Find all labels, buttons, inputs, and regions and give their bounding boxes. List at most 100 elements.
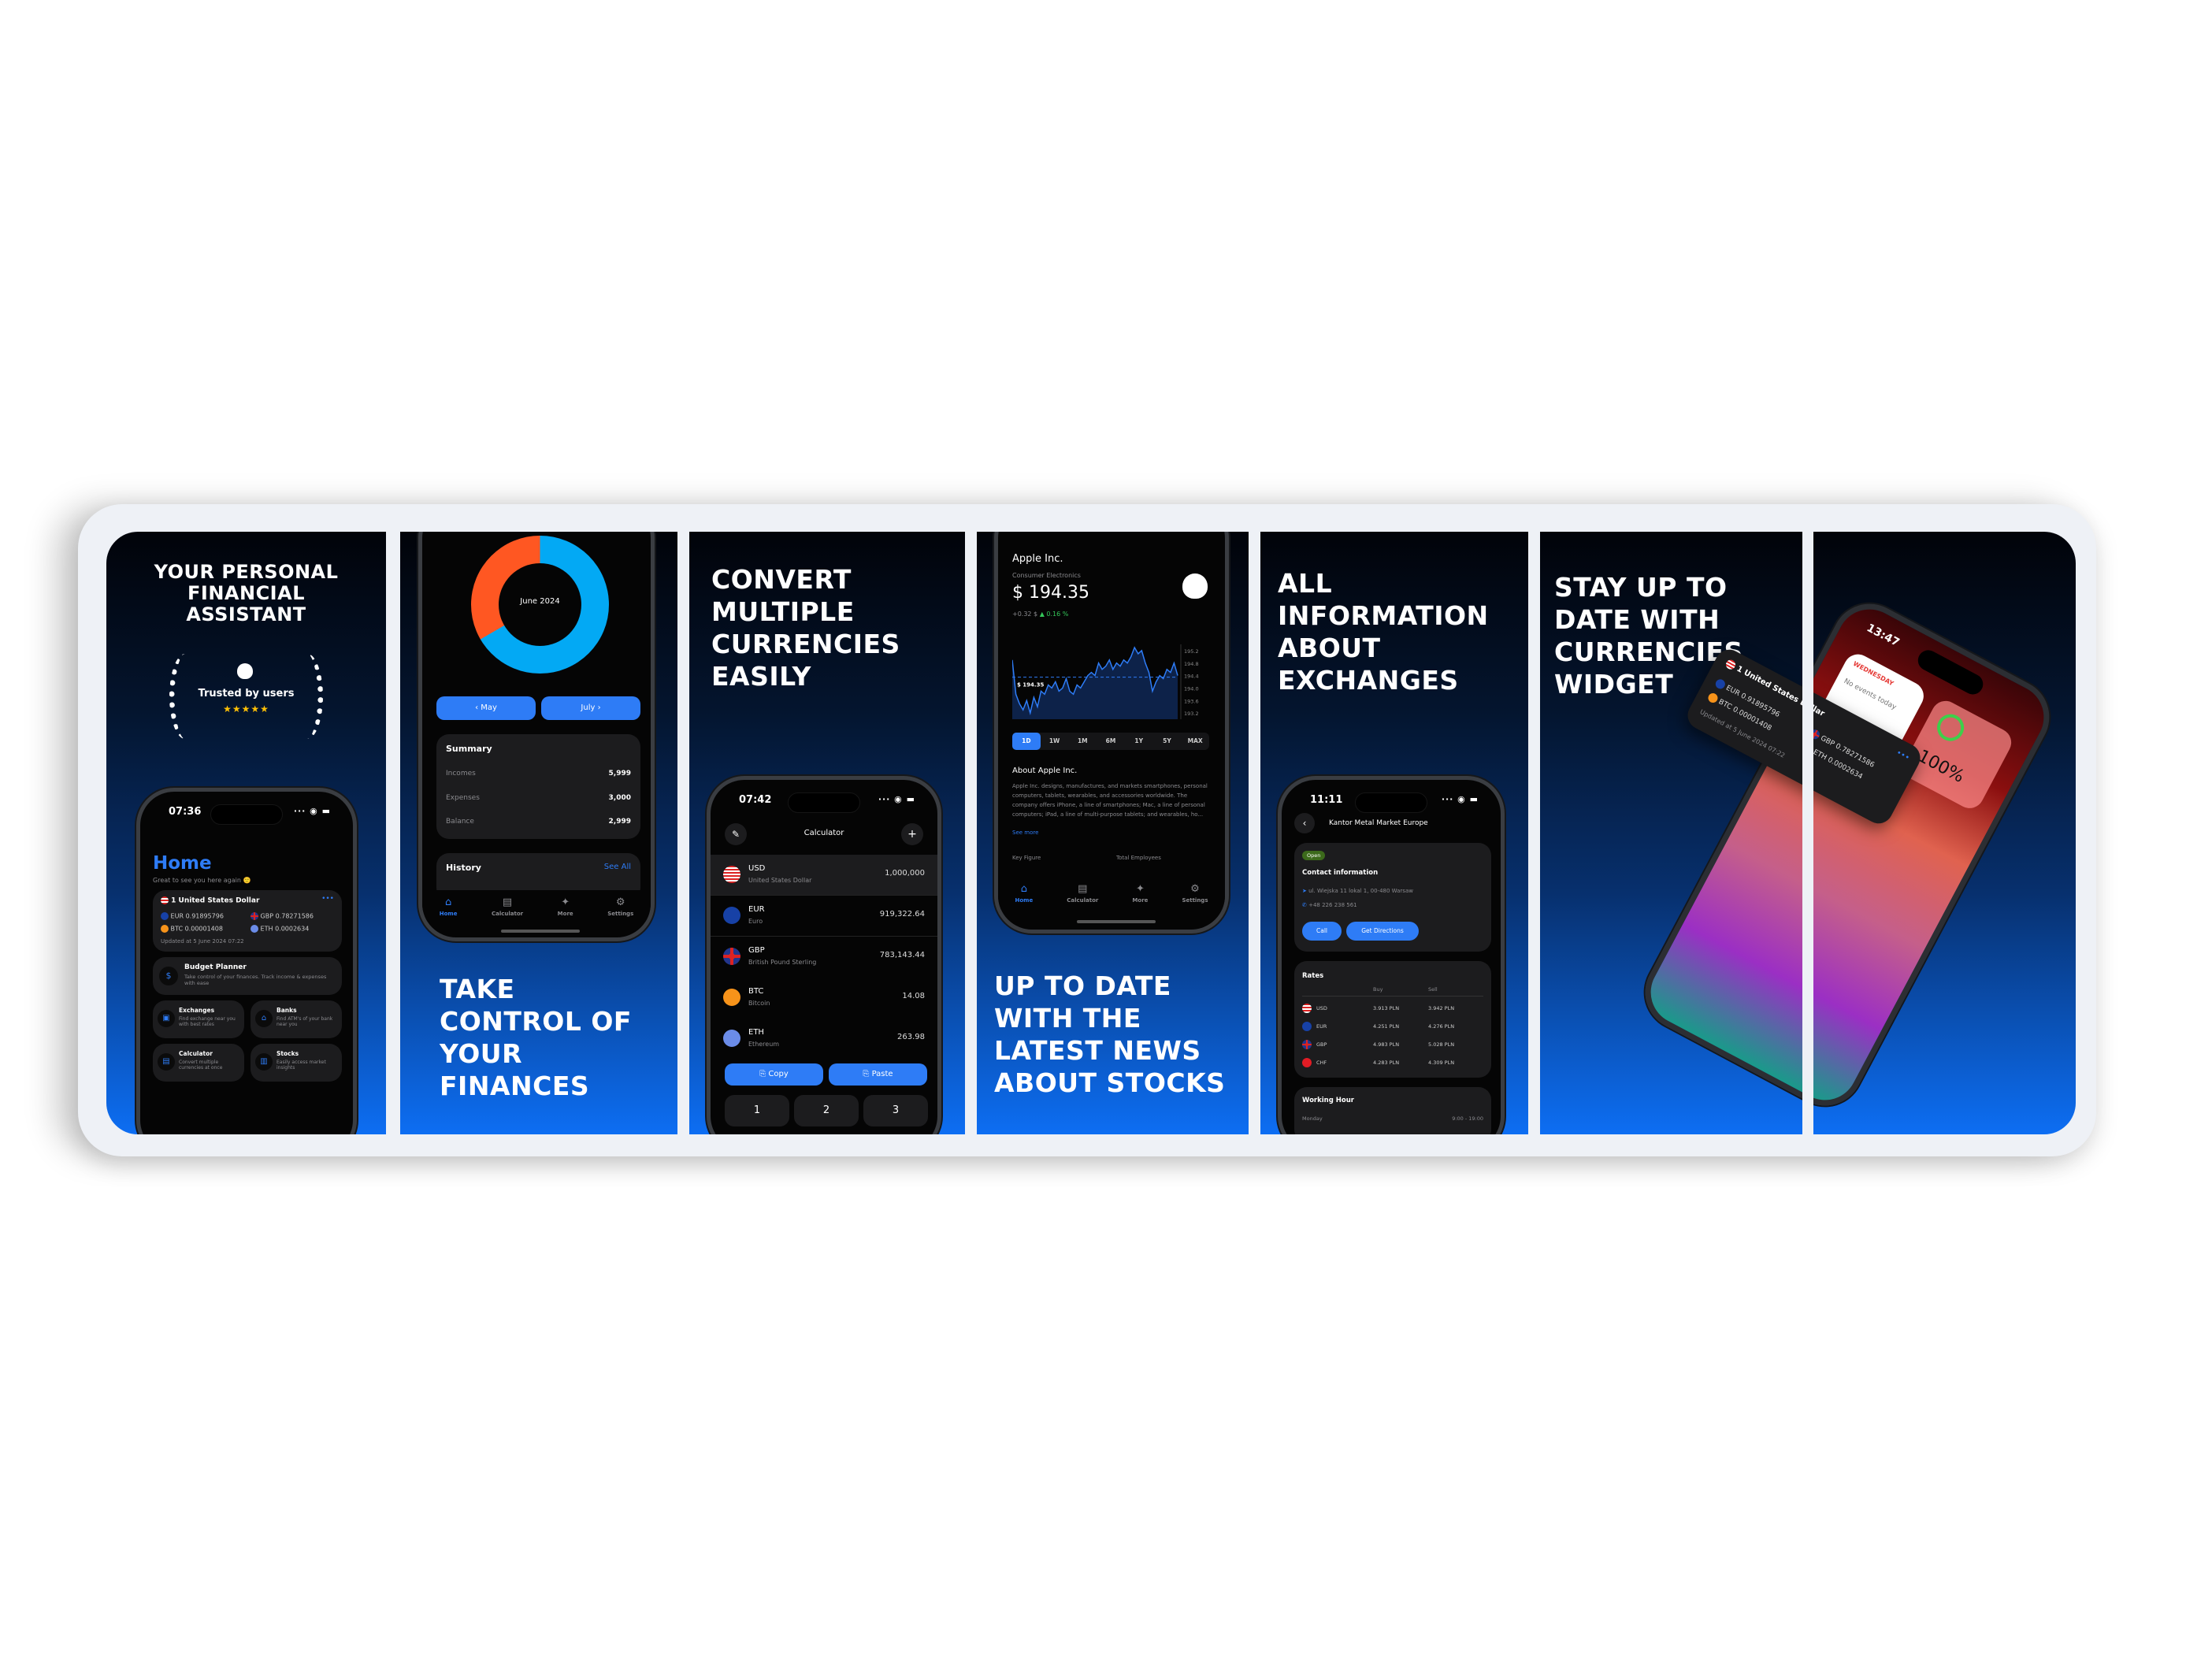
rate-code: GBP bbox=[1316, 1041, 1327, 1048]
currency-row-usd[interactable]: USD United States Dollar 1,000,000 bbox=[711, 855, 937, 896]
range-tab-1m[interactable]: 1M bbox=[1068, 733, 1097, 750]
currency-code: ETH bbox=[748, 1028, 764, 1037]
key-3[interactable]: 3 bbox=[863, 1095, 928, 1126]
tab-calculator[interactable]: ▤ Calculator bbox=[1067, 883, 1098, 910]
tab-calculator[interactable]: ▤ Calculator bbox=[492, 896, 523, 922]
flag-gbp-icon bbox=[1302, 1040, 1312, 1049]
tab-label: Settings bbox=[1182, 897, 1208, 904]
flag-eur-icon bbox=[161, 912, 169, 920]
copy-icon: ⎘ bbox=[759, 1070, 766, 1078]
get-directions-button[interactable]: Get Directions bbox=[1346, 922, 1419, 941]
more-icon[interactable]: ••• bbox=[1895, 748, 1911, 763]
paste-button[interactable]: ⎘ Paste bbox=[829, 1063, 927, 1086]
tab-settings[interactable]: ⚙ Settings bbox=[607, 896, 633, 922]
sparkle-icon: ✦ bbox=[561, 896, 570, 908]
page-subtitle: Great to see you here again 🙂 bbox=[153, 877, 251, 884]
tab-label: Settings bbox=[607, 911, 634, 917]
price-label: $ 194.35 bbox=[1017, 682, 1044, 688]
gear-icon: ⚙ bbox=[1190, 883, 1200, 895]
rate-value: 0.00001408 bbox=[184, 925, 223, 933]
wifi-battery-icon: ··· ◉ ▬ bbox=[1441, 794, 1479, 804]
tab-bar: ⌂ Home ▤ Calculator ✦ More ⚙ Settings bbox=[998, 878, 1225, 910]
rate-code: BTC bbox=[1717, 698, 1733, 712]
range-tab-1w[interactable]: 1W bbox=[1041, 733, 1069, 750]
key-figure-label: Key Figure bbox=[1012, 855, 1041, 861]
feature-exchanges[interactable]: ▣ Exchanges Find exchange near you with … bbox=[153, 1000, 244, 1038]
summary-value: 2,999 bbox=[608, 818, 631, 826]
paste-label: Paste bbox=[871, 1070, 893, 1078]
next-month-button[interactable]: July › bbox=[541, 696, 640, 720]
range-tab-6m[interactable]: 6M bbox=[1097, 733, 1125, 750]
call-button[interactable]: Call bbox=[1302, 922, 1342, 941]
key-1[interactable]: 1 bbox=[725, 1095, 789, 1126]
panel-budget: June 2024 ‹ May July › Summary Incomes 5… bbox=[400, 532, 677, 1134]
range-tab-1y[interactable]: 1Y bbox=[1125, 733, 1153, 750]
range-tab-1d[interactable]: 1D bbox=[1012, 733, 1041, 750]
tab-home[interactable]: ⌂ Home bbox=[440, 896, 458, 922]
phone-number[interactable]: +48 226 238 561 bbox=[1308, 902, 1357, 908]
key-2[interactable]: 2 bbox=[794, 1095, 859, 1126]
currency-widget[interactable]: 1 United States Dollar ••• EUR 0.9189579… bbox=[153, 890, 342, 952]
phone-calculator: 07:42 ··· ◉ ▬ ✎ Calculator + USD United St… bbox=[707, 776, 941, 1134]
summary-label: Incomes bbox=[446, 770, 476, 778]
hours-title: Working Hour bbox=[1302, 1097, 1354, 1104]
range-tab-5y[interactable]: 5Y bbox=[1153, 733, 1182, 750]
feature-banks[interactable]: ⌂ Banks Find ATM's of your bank near you bbox=[251, 1000, 342, 1038]
previous-month-button[interactable]: ‹ May bbox=[436, 696, 536, 720]
feature-desc: Find ATM's of your bank near you bbox=[276, 1016, 333, 1027]
apple-logo-icon bbox=[1182, 573, 1208, 599]
hours-range: 9:00 - 19:00 bbox=[1452, 1115, 1483, 1122]
see-more-link[interactable]: See more bbox=[1012, 830, 1038, 836]
rate-row-gbp: GBP 4.983 PLN 5.028 PLN bbox=[1294, 1038, 1491, 1056]
calculator-icon: ▤ bbox=[1078, 883, 1088, 895]
summary-label: Balance bbox=[446, 818, 474, 826]
see-all-link[interactable]: See All bbox=[604, 863, 631, 871]
panel-heading: TAKE CONTROL OF YOUR FINANCES bbox=[440, 974, 632, 1101]
status-time: 07:42 bbox=[739, 794, 772, 806]
range-tab-max[interactable]: MAX bbox=[1181, 733, 1209, 750]
status-time: 13:47 bbox=[1864, 622, 1902, 650]
copy-label: Copy bbox=[768, 1070, 789, 1078]
currency-row-eur[interactable]: EUR Euro 919,322.64 bbox=[711, 896, 937, 937]
flag-usd-icon bbox=[1302, 1004, 1312, 1013]
currency-row-gbp[interactable]: GBP British Pound Sterling 783,143.44 bbox=[711, 937, 937, 978]
tab-more[interactable]: ✦ More bbox=[1132, 883, 1148, 910]
panel-exchanges: ALL INFORMATION ABOUT EXCHANGES 11:11 ···… bbox=[1260, 532, 1528, 1134]
tab-home[interactable]: ⌂ Home bbox=[1015, 883, 1034, 910]
phone-budget: June 2024 ‹ May July › Summary Incomes 5… bbox=[418, 532, 655, 941]
currency-row-btc[interactable]: BTC Bitcoin 14.08 bbox=[711, 978, 937, 1019]
calculator-icon: ▤ bbox=[158, 1053, 175, 1071]
feature-calculator[interactable]: ▤ Calculator Convert multiple currencies… bbox=[153, 1044, 244, 1082]
rate-code: ETH bbox=[1811, 748, 1828, 763]
y-tick-label: 194.0 bbox=[1184, 685, 1199, 692]
tab-more[interactable]: ✦ More bbox=[558, 896, 573, 922]
feature-budget-planner[interactable]: $ Budget Planner Take control of your fi… bbox=[153, 957, 342, 995]
rate-buy: 4.283 PLN bbox=[1373, 1060, 1400, 1066]
bank-icon: ⌂ bbox=[255, 1010, 273, 1027]
summary-card: Summary Incomes 5,999 Expenses 3,000 Bal… bbox=[436, 734, 640, 839]
donut-center-label: June 2024 bbox=[520, 597, 560, 606]
rate-code: EUR bbox=[1316, 1023, 1327, 1030]
rate-value: 0.0002634 bbox=[275, 925, 310, 933]
back-button[interactable]: ‹ bbox=[1294, 813, 1315, 833]
flag-gbp-icon bbox=[251, 912, 258, 920]
stock-line-chart[interactable]: $ 194.35 195.2 194.8 194.4 194.0 193.6 193.2 bbox=[1012, 644, 1217, 723]
y-tick-label: 193.2 bbox=[1184, 711, 1199, 717]
feature-stocks[interactable]: ▥ Stocks Easily access market insights bbox=[251, 1044, 342, 1082]
tab-settings[interactable]: ⚙ Settings bbox=[1182, 883, 1208, 910]
copy-button[interactable]: ⎘ Copy bbox=[725, 1063, 823, 1086]
more-icon[interactable]: ••• bbox=[321, 895, 334, 903]
panel-heading: ALL INFORMATION ABOUT EXCHANGES bbox=[1278, 568, 1489, 696]
status-time: 07:36 bbox=[169, 806, 202, 818]
add-currency-button[interactable]: + bbox=[901, 823, 923, 845]
feature-title: Calculator bbox=[179, 1050, 213, 1057]
currency-code: USD bbox=[748, 864, 766, 873]
currency-row-eth[interactable]: ETH Ethereum 263.98 bbox=[711, 1019, 937, 1060]
tab-label: Calculator bbox=[1067, 897, 1099, 904]
currency-code: GBP bbox=[748, 946, 765, 955]
rate-value: 0.78271586 bbox=[275, 912, 314, 920]
apple-icon bbox=[237, 663, 253, 679]
summary-label: Expenses bbox=[446, 794, 480, 802]
dynamic-island bbox=[788, 792, 860, 813]
buy-header: Buy bbox=[1373, 986, 1383, 993]
